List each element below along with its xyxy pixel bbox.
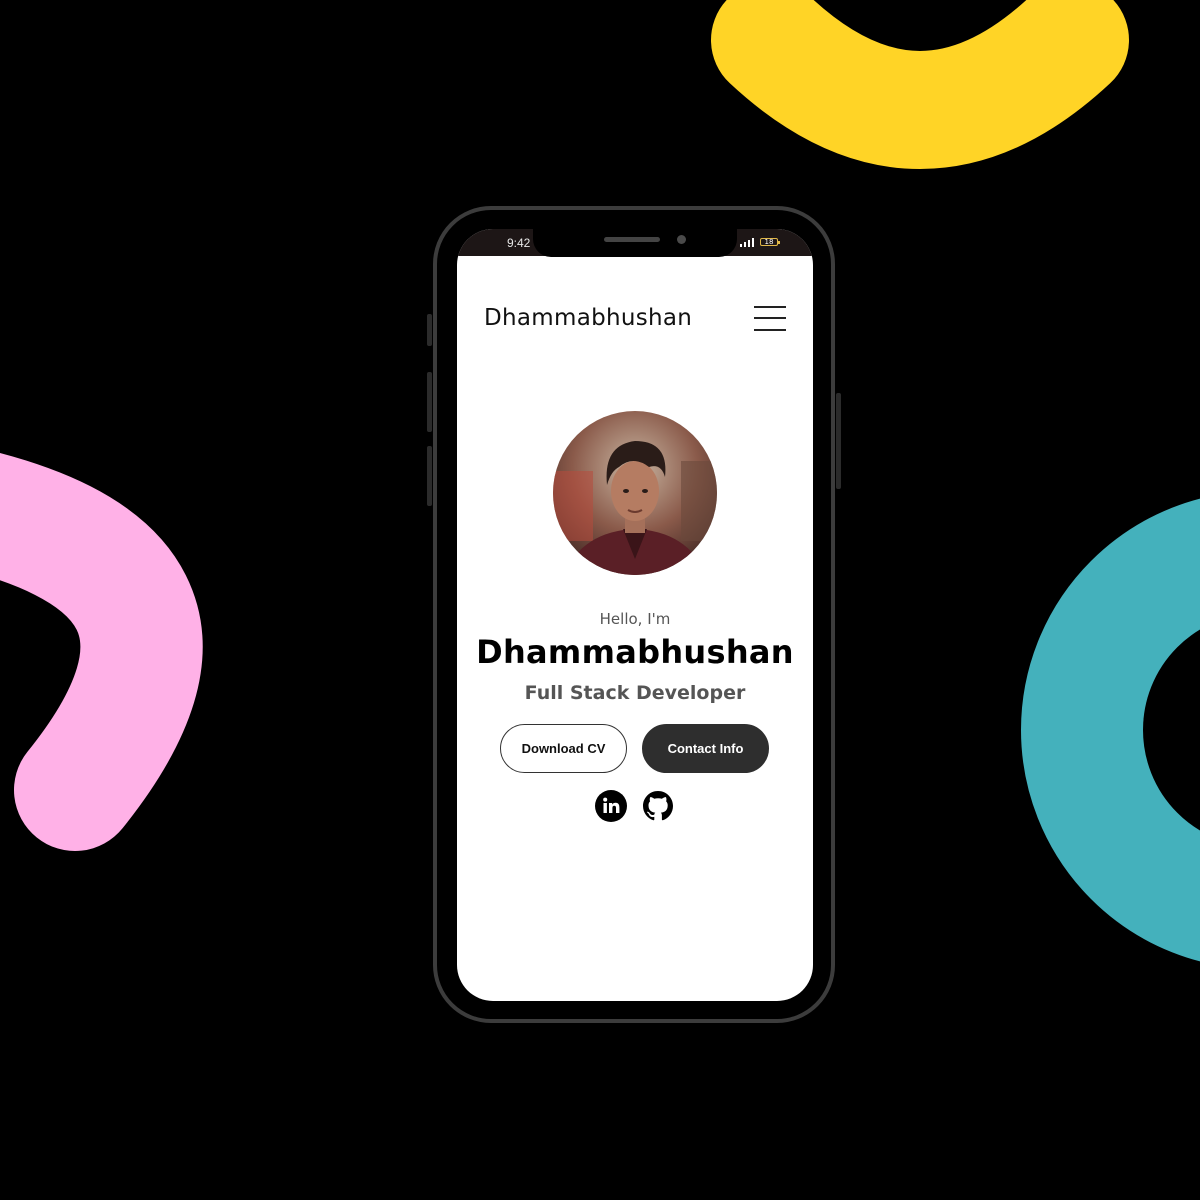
phone-notch — [533, 229, 737, 257]
battery-icon: 18 — [760, 238, 780, 246]
speaker-grille — [604, 237, 660, 242]
linkedin-icon[interactable] — [595, 790, 627, 822]
greeting-text: Hello, I'm — [599, 610, 671, 628]
phone-volume-up-button — [427, 372, 432, 432]
pink-arc-shape — [0, 453, 203, 851]
profile-photo — [553, 411, 717, 575]
status-time: 9:42 — [507, 236, 531, 250]
signal-icon — [740, 238, 754, 247]
profile-avatar — [553, 411, 717, 575]
hero-role: Full Stack Developer — [524, 682, 746, 704]
yellow-arc-shape — [711, 0, 1129, 169]
brand-logo[interactable]: Dhammabhushan — [484, 305, 692, 331]
download-cv-button[interactable]: Download CV — [500, 724, 627, 773]
phone-volume-down-button — [427, 446, 432, 506]
phone-side-button — [427, 314, 432, 346]
hero-name: Dhammabhushan — [476, 633, 794, 671]
front-camera — [677, 235, 686, 244]
github-icon[interactable] — [642, 790, 674, 822]
phone-screen: 9:42 18 Dhammabhushan Hello, I'm Dhammab… — [457, 229, 813, 1001]
hamburger-menu-icon[interactable] — [754, 306, 786, 332]
contact-info-button[interactable]: Contact Info — [642, 724, 769, 773]
phone-power-button — [836, 393, 841, 489]
teal-ring-shape — [1021, 498, 1200, 962]
